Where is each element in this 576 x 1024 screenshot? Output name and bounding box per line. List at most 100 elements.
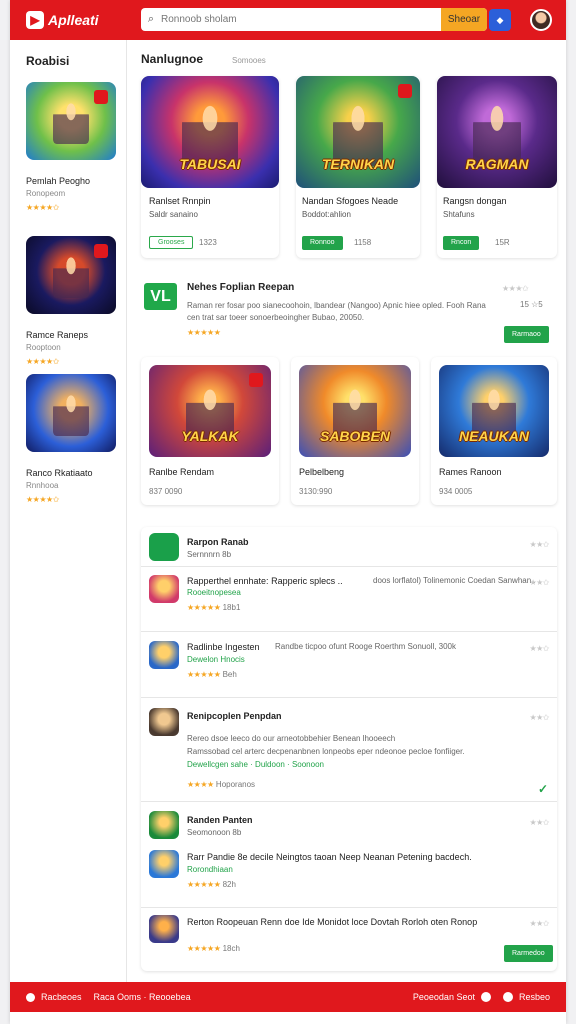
list-item-title: Randen Panten [187,815,253,825]
game-art: NEAUKAN [439,365,549,457]
app-icon [149,533,179,561]
list-item[interactable]: Rarpon Ranab Sernnnrn 8b ★★✩ [141,527,557,567]
chat-icon[interactable] [480,992,491,1002]
game-art-caption: NEAUKAN [458,428,529,445]
card-action-button[interactable]: Grooses [149,236,194,249]
game-title: Pelbelbeng [299,467,345,477]
game-thumbnail [26,236,116,314]
footer-link[interactable]: Racbeoes [41,992,82,1002]
list-item-title: Rapperthel ennhate: Rapperic splecs .. [187,576,343,586]
list-item-title: Rarr Pandie 8e decile Neingtos taoan Nee… [187,852,472,862]
search-input[interactable]: Ronnoob sholam [161,14,441,25]
search-button[interactable]: Sheoar [441,8,487,31]
game-art: TERNIKAN [296,76,420,188]
game-title: Ranlset Rnnpin [149,196,211,206]
list-item-desc: doos lorflatol) Tolinemonic Coedan Sanwh… [373,576,536,585]
game-art: YALKAK [149,365,271,457]
app-icon [149,850,179,878]
list-item[interactable]: Randen Panten Seomonoon 8b ★★✩ Rarr Pand… [141,802,557,907]
footer-link[interactable]: Peoeodan Seot [413,992,475,1002]
rating-stars: ★★★★★ [187,880,221,889]
game-subtitle: Shtafuns [443,210,475,219]
list-item[interactable]: Rerton Roopeuan Renn doe Ide Monidot loc… [141,907,557,971]
home-icon[interactable] [26,992,35,1002]
game-art: SABOBEN [299,365,411,457]
game-title: Rangsn dongan [443,196,507,206]
sidebar-item-1[interactable]: Pemlah Peogho Ronopeom ★★★★✩ [26,82,120,213]
game-title: Ranlbe Rendam [149,467,215,477]
list-item[interactable]: Radlinbe Ingesten Randbe ticpoo ofunt Ro… [141,632,557,698]
game-subtitle: Saldr sanaino [149,210,198,219]
app-window: ▶ Aplleati ⌕ Ronnoob sholam Sheoar ◆ Roa… [10,0,566,1024]
sidebar-item-sub: Rnnhooa [26,481,59,490]
game-card[interactable]: TERNIKAN Nandan Sfogoes Neade Boddot:ahl… [296,76,420,258]
app-list: Rarpon Ranab Sernnnrn 8b ★★✩ Rapperthel … [141,527,557,971]
featured-app-icon[interactable]: VL [144,283,177,310]
rating-stars: ★★★★★ [187,670,221,679]
list-item-meta: 82h [222,880,236,889]
footer-link[interactable]: Raca Ooms · Reooebea [94,992,191,1002]
app-logo-icon: ▶ [26,11,44,29]
sidebar-item-3[interactable]: Ranco Rkatiaato Rnnhooa ★★★★✩ [26,374,120,505]
rating-stars: ★★★✩ [502,284,529,293]
list-item-desc: Ramssobad cel arterc decpenanbnen lonpeo… [187,747,465,756]
list-item-desc: Randbe ticpoo ofunt Rooge Roerthm Sonuol… [275,642,457,651]
list-item[interactable]: Rapperthel ennhate: Rapperic splecs .. d… [141,567,557,632]
rating-stars: ★★★★★ [187,328,221,337]
game-card[interactable]: YALKAK Ranlbe Rendam 837 0090 [141,357,279,505]
checkmark-icon: ✓ [538,782,549,796]
featured-description: Raman rer fosar poo sianecoohoin, lbande… [187,301,486,322]
sidebar-item-2[interactable]: Ramce Raneps Rooptoon ★★★★✩ [26,236,120,367]
rating-stars: ★★★★✩ [26,203,59,212]
game-art-caption: TABUSAI [179,156,241,173]
list-item-desc: Rereo dsoe leeco do our arneotobbehier B… [187,734,396,743]
game-art: TABUSAI [141,76,279,188]
game-art-caption: RAGMAN [465,156,529,173]
sidebar: Roabisi Pemlah Peogho Ronopeom ★★★★✩ Ram… [10,40,127,982]
card-meta: 3130:990 [299,487,333,496]
sidebar-item-sub: Rooptoon [26,343,61,352]
card-meta: 1158 [354,238,372,247]
info-icon[interactable] [502,992,513,1002]
sidebar-item-label: Pemlah Peogho [26,176,91,186]
rating-stars: ★★★★✩ [26,357,59,366]
featured-title[interactable]: Nehes Foplian Reepan [187,282,294,293]
top-bar: ▶ Aplleati ⌕ Ronnoob sholam Sheoar ◆ [10,0,566,40]
footer-link[interactable]: Resbeo [519,992,550,1002]
card-action-button[interactable]: Rncon [443,236,480,250]
rating-stars: ★★✩ [529,644,549,653]
list-item-sub: Sernnnrn 8b [187,550,232,559]
list-item-meta: Hoporanos [215,780,256,789]
list-item-meta: 18b1 [222,603,241,612]
list-item-title: Rarpon Ranab [187,537,249,547]
search-bar[interactable]: ⌕ Ronnoob sholam Sheoar [141,8,487,31]
list-item-title: Renipcoplen Penpdan [187,711,282,721]
sidebar-item-label: Ramce Raneps [26,330,89,340]
list-item-meta: 18ch [222,944,240,953]
card-meta: 934 0005 [439,487,473,496]
avatar[interactable] [530,9,552,31]
game-shortcut-icon[interactable]: ◆ [489,9,511,31]
rating-stars: ★★✩ [529,713,549,722]
rating-stars: ★★★★★ [187,944,221,953]
game-card[interactable]: NEAUKAN Rames Ranoon 934 0005 [431,357,557,505]
rating-stars: ★★✩ [529,540,549,549]
card-action-button[interactable]: Ronnoo [302,236,343,250]
list-action-button[interactable]: Rarmedoo [504,945,553,962]
game-card[interactable]: RAGMAN Rangsn dongan Shtafuns Rncon 15R [437,76,557,258]
game-card[interactable]: TABUSAI Ranlset Rnnpin Saldr sanaino Gro… [141,76,279,258]
list-item-title: Rerton Roopeuan Renn doe Ide Monidot loc… [187,917,478,927]
featured-action-button[interactable]: Rarmaoo [504,326,549,343]
sidebar-item-label: Ranco Rkatiaato [26,468,93,478]
app-name: Aplleati [48,12,99,28]
rating-stars: ★★✩ [529,818,549,827]
card-meta: 15R [495,238,510,247]
app-icon [149,915,179,943]
rating-stars: ★★★★★ [187,603,221,612]
rating-stars: ★★★★✩ [26,495,59,504]
app-logo[interactable]: ▶ Aplleati [26,11,99,29]
list-item[interactable]: Renipcoplen Penpdan Rereo dsoe leeco do … [141,698,557,802]
game-art-caption: YALKAK [181,428,239,445]
app-icon [149,641,179,669]
game-card[interactable]: SABOBEN Pelbelbeng 3130:990 [291,357,419,505]
